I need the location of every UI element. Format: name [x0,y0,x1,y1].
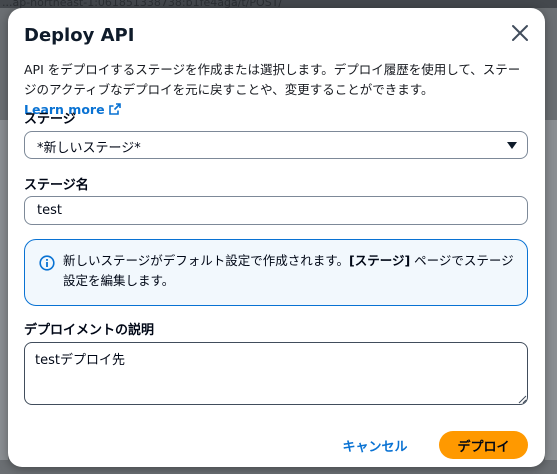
deploy-button[interactable]: デプロイ [439,431,528,459]
deploy-api-modal: Deploy API API をデプロイするステージを作成または選択します。デプ… [8,8,545,467]
resize-grip-icon[interactable] [518,395,527,404]
info-alert: 新しいステージがデフォルト設定で作成されます。[ステージ] ページでステージ設定… [24,239,528,306]
modal-title: Deploy API [24,25,135,46]
stage-select-value: *新しいステージ* [37,141,141,156]
info-text: 新しいステージがデフォルト設定で作成されます。[ステージ] ページでステージ設定… [63,251,518,291]
stage-label: ステージ [24,112,76,127]
caret-down-icon [507,142,517,149]
stage-select[interactable]: *新しいステージ* [24,131,528,159]
intro-text: API をデプロイするステージを作成または選択します。デプロイ履歴を使用して、ス… [24,62,521,97]
external-link-icon [108,103,121,115]
description-label: デプロイメントの説明 [24,323,155,338]
description-textarea[interactable]: testデプロイ先 [24,342,528,405]
stage-name-label: ステージ名 [24,178,89,193]
stage-name-input[interactable] [24,196,528,225]
info-icon [39,255,55,271]
close-button[interactable] [509,22,531,44]
close-icon [512,25,528,41]
background-left-edge [0,120,8,460]
info-text-bold: [ステージ] [349,253,411,268]
background-right-edge [545,120,557,460]
cancel-button[interactable]: キャンセル [335,431,415,459]
intro-text-block: API をデプロイするステージを作成または選択します。デプロイ履歴を使用して、ス… [24,60,530,120]
info-text-before: 新しいステージがデフォルト設定で作成されます。 [63,253,350,268]
background-top-bar: ...ap-northeast-1:061851338738:b1fe4aga/… [0,0,557,9]
